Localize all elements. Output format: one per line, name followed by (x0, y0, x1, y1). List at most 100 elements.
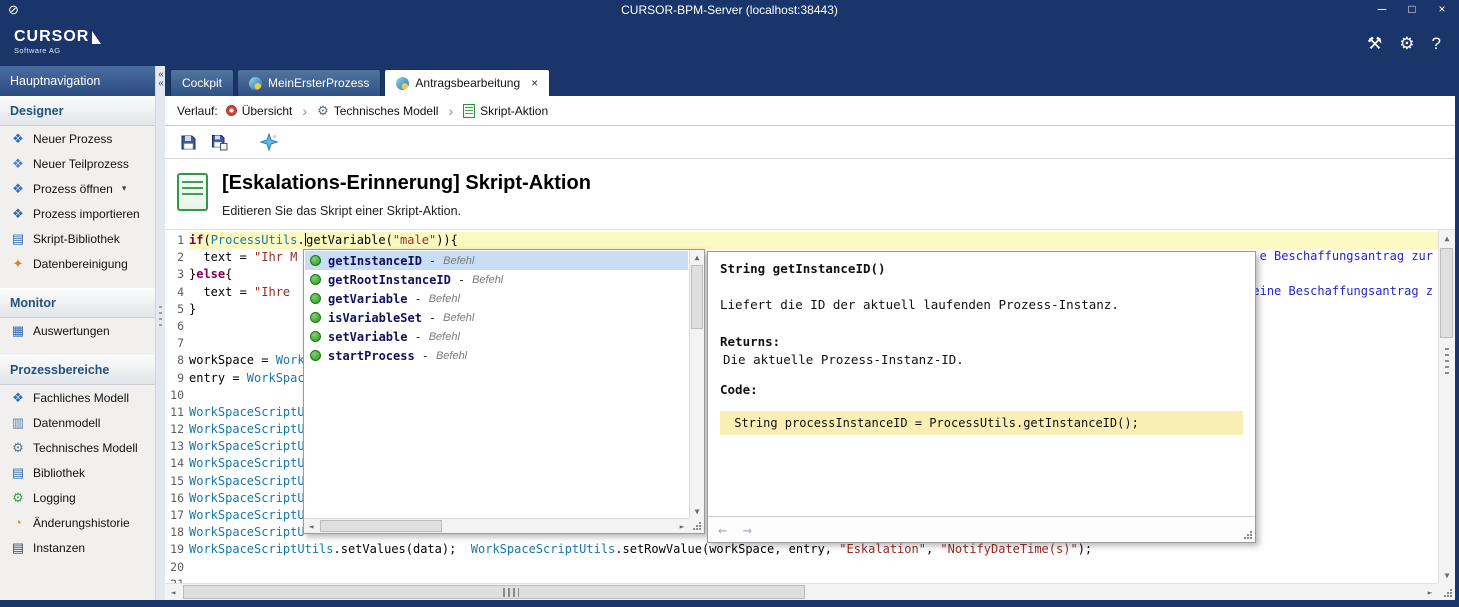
save-button[interactable] (177, 131, 199, 153)
scroll-right-icon[interactable]: ► (1422, 584, 1438, 600)
autocomplete-list: getInstanceID - BefehlgetRootInstanceID … (305, 251, 688, 517)
tab-bar: CockpitMeinErsterProzessAntragsbearbeitu… (165, 66, 1455, 96)
code-line[interactable]: 19WorkSpaceScriptUtils.setValues(data); … (165, 541, 1438, 558)
scroll-down-icon[interactable]: ▼ (690, 504, 704, 518)
breadcrumb-item-technisches-modell[interactable]: ⚙Technisches Modell (317, 104, 438, 118)
line-number: 2 (165, 249, 189, 266)
close-button[interactable]: × (1435, 2, 1449, 16)
tab-cockpit[interactable]: Cockpit (170, 69, 234, 96)
scroll-left-icon[interactable]: ◄ (165, 584, 181, 600)
sidebar-item-bibliothek[interactable]: ▤Bibliothek (0, 460, 155, 485)
script-library-icon: ▤ (10, 232, 26, 246)
editor-split-grip[interactable] (503, 588, 519, 597)
sidebar-item-datenmodell[interactable]: ▥Datenmodell (0, 410, 155, 435)
separator: - (422, 349, 429, 363)
scroll-down-icon[interactable]: ▼ (1439, 567, 1455, 583)
code-line[interactable]: 21 (165, 576, 1438, 583)
tab-antragsbearbeitung[interactable]: Antragsbearbeitung × (384, 69, 550, 96)
sail-icon (92, 31, 101, 44)
dropdown-caret-icon[interactable]: ▾ (122, 183, 127, 194)
sidebar-item-technisches-modell[interactable]: ⚙Technisches Modell (0, 435, 155, 460)
breadcrumb-item-bersicht[interactable]: Übersicht (226, 104, 293, 118)
process-icon (396, 77, 409, 90)
editor-horizontal-scrollbar[interactable]: ◄ ► (165, 583, 1438, 600)
sidebar-item-label: Bibliothek (33, 466, 85, 480)
resize-grip-icon[interactable] (1243, 530, 1252, 539)
sidebar-item-neuer-teilprozess[interactable]: ❖Neuer Teilprozess (0, 151, 155, 176)
data-model-icon: ▥ (10, 416, 26, 430)
sidebar-item-prozess-ffnen[interactable]: ❖Prozess öffnen▾ (0, 176, 155, 201)
autocomplete-item-startprocess[interactable]: startProcess - Befehl (305, 346, 688, 365)
sidebar-item-fachliches-modell[interactable]: ❖Fachliches Modell (0, 385, 155, 410)
tab-label: Antragsbearbeitung (415, 76, 520, 90)
code-line[interactable]: 1if(ProcessUtils.getVariable("male")){ (165, 232, 1438, 249)
window-controls: ─ □ × (1375, 2, 1449, 16)
doc-back-icon[interactable]: ← (718, 521, 727, 539)
sidebar-item-datenbereinigung[interactable]: ✦Datenbereinigung (0, 251, 155, 276)
sidebar-item-instanzen[interactable]: ▤Instanzen (0, 535, 155, 560)
autocomplete-item-getrootinstanceid[interactable]: getRootInstanceID - Befehl (305, 270, 688, 289)
settings-icon[interactable]: ⚙ (1399, 32, 1414, 56)
sidebar-item-neuer-prozess[interactable]: ❖Neuer Prozess (0, 126, 155, 151)
code-example: String processInstanceID = ProcessUtils.… (720, 411, 1243, 435)
autocomplete-item-getinstanceid[interactable]: getInstanceID - Befehl (305, 251, 688, 270)
sidebar-item-label: Datenbereinigung (33, 257, 128, 271)
maximize-button[interactable]: □ (1405, 2, 1419, 16)
code-line[interactable]: 20 (165, 559, 1438, 576)
autocomplete-vertical-scrollbar[interactable]: ▲ ▼ (689, 250, 704, 518)
breadcrumb-item-skript-aktion[interactable]: Skript-Aktion (463, 104, 548, 118)
scroll-right-icon[interactable]: ► (675, 519, 689, 533)
documentation-footer: ← → (708, 516, 1255, 542)
method-kind: Befehl (436, 350, 467, 362)
tab-close-icon[interactable]: × (531, 76, 538, 90)
line-number: 16 (165, 490, 189, 507)
import-process-icon: ❖ (10, 207, 26, 221)
doc-forward-icon[interactable]: → (743, 521, 752, 539)
scroll-left-icon[interactable]: ◄ (304, 519, 318, 533)
autocomplete-item-isvariableset[interactable]: isVariableSet - Befehl (305, 308, 688, 327)
tab-meinersterprozess[interactable]: MeinErsterProzess (237, 69, 381, 96)
sidebar-item-logging[interactable]: ⚙Logging (0, 485, 155, 510)
autocomplete-item-setvariable[interactable]: setVariable - Befehl (305, 327, 688, 346)
sidebar-item-label: Fachliches Modell (33, 391, 129, 405)
splitter-grip[interactable] (159, 306, 162, 330)
minimize-button[interactable]: ─ (1375, 2, 1389, 16)
code-fragment: eine Beschaffungsantrag z (1252, 284, 1433, 298)
help-icon[interactable]: ? (1432, 32, 1441, 56)
sidebar-item-nderungshistorie[interactable]: ◔Änderungshistorie (0, 510, 155, 535)
application-window: ⊘ CURSOR-BPM-Server (localhost:38443) ─ … (0, 0, 1459, 607)
scroll-up-icon[interactable]: ▲ (690, 250, 704, 264)
tools-icon[interactable]: ⚒ (1367, 32, 1382, 56)
sidebar-section-prozessbereiche[interactable]: Prozessbereiche (0, 355, 155, 385)
line-number: 15 (165, 473, 189, 490)
vertical-scroll-thumb[interactable] (691, 265, 703, 329)
breadcrumb-item-label: Technisches Modell (334, 104, 439, 118)
scrollbar-corner (689, 518, 704, 533)
method-name: getRootInstanceID (328, 273, 451, 287)
sidebar-item-prozess-importieren[interactable]: ❖Prozess importieren (0, 201, 155, 226)
autocomplete-horizontal-scrollbar[interactable]: ◄ ► (304, 518, 689, 533)
editor-vertical-scrollbar[interactable]: ▲ ▼ (1438, 230, 1455, 583)
validate-script-button[interactable] (258, 131, 280, 153)
sidebar-section-designer[interactable]: Designer (0, 96, 155, 126)
save-as-button[interactable] (208, 131, 230, 153)
scroll-up-icon[interactable]: ▲ (1439, 230, 1455, 246)
horizontal-scroll-thumb[interactable] (320, 520, 442, 532)
line-number: 6 (165, 318, 189, 335)
method-icon (310, 350, 321, 361)
autocomplete-item-getvariable[interactable]: getVariable - Befehl (305, 289, 688, 308)
separator: - (458, 273, 465, 287)
scrollbar-grip[interactable] (1445, 348, 1449, 374)
sidebar-section-monitor[interactable]: Monitor (0, 288, 155, 318)
separator: - (429, 254, 436, 268)
script-editor[interactable]: 1if(ProcessUtils.getVariable("male")){2 … (165, 230, 1455, 600)
page-subtitle: Editieren Sie das Skript einer Skript-Ak… (222, 204, 591, 218)
sidebar-item-skript-bibliothek[interactable]: ▤Skript-Bibliothek (0, 226, 155, 251)
horizontal-scroll-thumb[interactable] (183, 585, 805, 599)
sidebar-item-auswertungen[interactable]: ▦Auswertungen (0, 318, 155, 343)
resize-grip-icon[interactable] (1443, 588, 1452, 597)
code-label: Code: (720, 382, 1243, 397)
line-number: 5 (165, 301, 189, 318)
resize-grip-icon[interactable] (692, 521, 701, 530)
vertical-scroll-thumb[interactable] (1440, 248, 1453, 338)
